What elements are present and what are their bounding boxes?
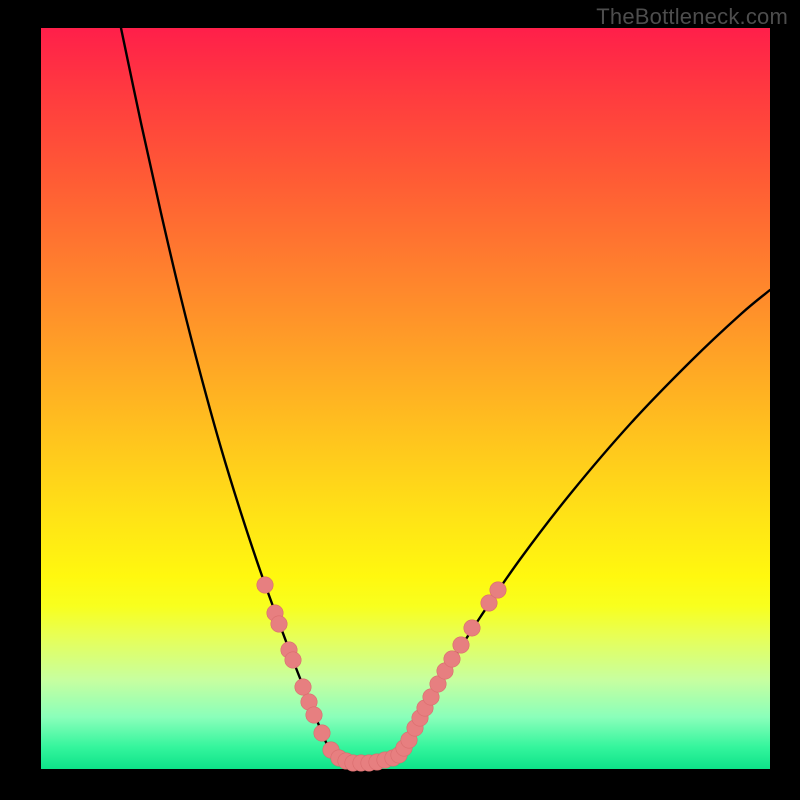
data-marker-left [285, 652, 301, 668]
watermark-text: TheBottleneck.com [596, 4, 788, 30]
data-marker-right [453, 637, 469, 653]
data-marker-left [314, 725, 330, 741]
chart-frame: TheBottleneck.com [0, 0, 800, 800]
data-marker-right [490, 582, 506, 598]
data-marker-left [295, 679, 311, 695]
data-marker-right [444, 651, 460, 667]
curve-group [121, 28, 770, 763]
data-marker-left [257, 577, 273, 593]
data-marker-left [306, 707, 322, 723]
plot-area [41, 28, 770, 769]
marker-group [257, 577, 506, 771]
chart-svg [41, 28, 770, 769]
data-marker-left [271, 616, 287, 632]
data-marker-right [464, 620, 480, 636]
bottleneck-curve [121, 28, 770, 763]
